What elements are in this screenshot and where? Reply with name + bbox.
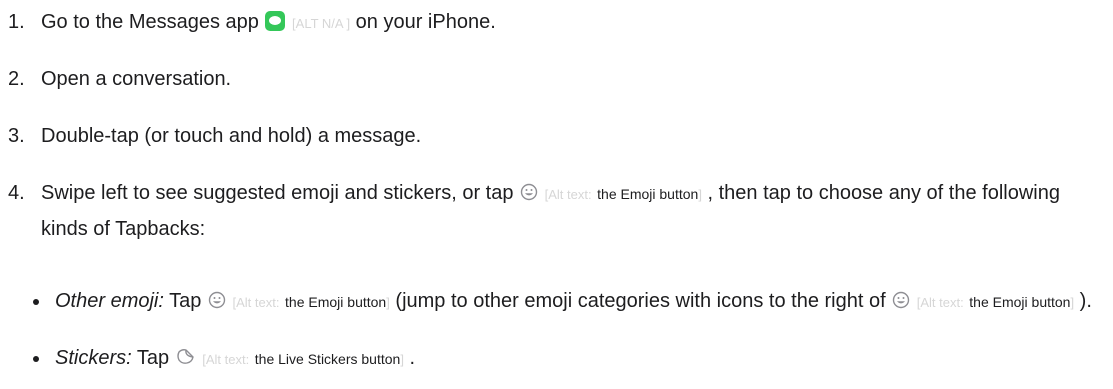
bullet-text: Tap [169, 290, 202, 312]
alt-text-close: ] [386, 295, 390, 310]
alt-text-prefix: [Alt text: [916, 295, 964, 310]
bullet-dot [33, 356, 39, 362]
bullet-other-emoji: Other emoji: Tap [Alt text: the Emoji bu… [33, 284, 1093, 320]
bullet-text: Tap [136, 347, 170, 369]
step-text: Double-tap (or touch and hold) a message… [41, 125, 422, 147]
alt-text-close: ] [400, 352, 404, 367]
bullet-text: . [409, 347, 416, 369]
alt-text-prefix: [Alt text: [202, 352, 250, 367]
alt-text-prefix: [Alt text: [544, 187, 592, 202]
alt-text-name: the Emoji button [969, 294, 1071, 310]
step-text: on your iPhone. [355, 11, 496, 33]
alt-text-name: the Emoji button [285, 294, 387, 310]
live-stickers-icon [177, 348, 194, 364]
step-text: Swipe left to see suggested emoji and st… [41, 182, 514, 204]
step-1: 1. Go to the Messages app [ALT N/A ] on … [8, 5, 1098, 41]
emoji-button-icon [520, 183, 538, 200]
alt-text-prefix: [Alt text: [232, 295, 280, 310]
step-number: 3. [8, 125, 25, 147]
step-4: 4. Swipe left to see suggested emoji and… [8, 176, 1098, 246]
step-number: 2. [8, 68, 25, 90]
bullet-text: ). [1079, 290, 1092, 312]
bullet-dot [33, 299, 39, 305]
instructions-page: 1. Go to the Messages app [ALT N/A ] on … [0, 0, 1113, 389]
bullet-term: Other emoji: [55, 290, 164, 312]
step-2: 2. Open a conversation. [8, 62, 1098, 96]
bullet-text: (jump to other emoji categories with ico… [395, 290, 886, 312]
step-number: 1. [8, 11, 25, 33]
messages-app-icon [265, 10, 286, 31]
alt-text-name: the Live Stickers button [254, 351, 401, 367]
alt-text-close: ] [1070, 295, 1075, 310]
step-number: 4. [8, 182, 25, 204]
bullet-stickers: Stickers: Tap [Alt text: the Live Sticke… [33, 341, 1093, 377]
step-text: Go to the Messages app [41, 11, 259, 33]
alt-text-name: the Emoji button [597, 186, 699, 202]
step-3: 3. Double-tap (or touch and hold) a mess… [8, 119, 1098, 153]
emoji-button-icon [208, 291, 226, 308]
alt-text-close: ] [698, 187, 702, 202]
step-text: Open a conversation. [41, 68, 232, 90]
alt-text: [ALT N/A ] [292, 16, 351, 31]
emoji-button-icon [893, 291, 910, 308]
bullet-term: Stickers: [55, 347, 132, 369]
